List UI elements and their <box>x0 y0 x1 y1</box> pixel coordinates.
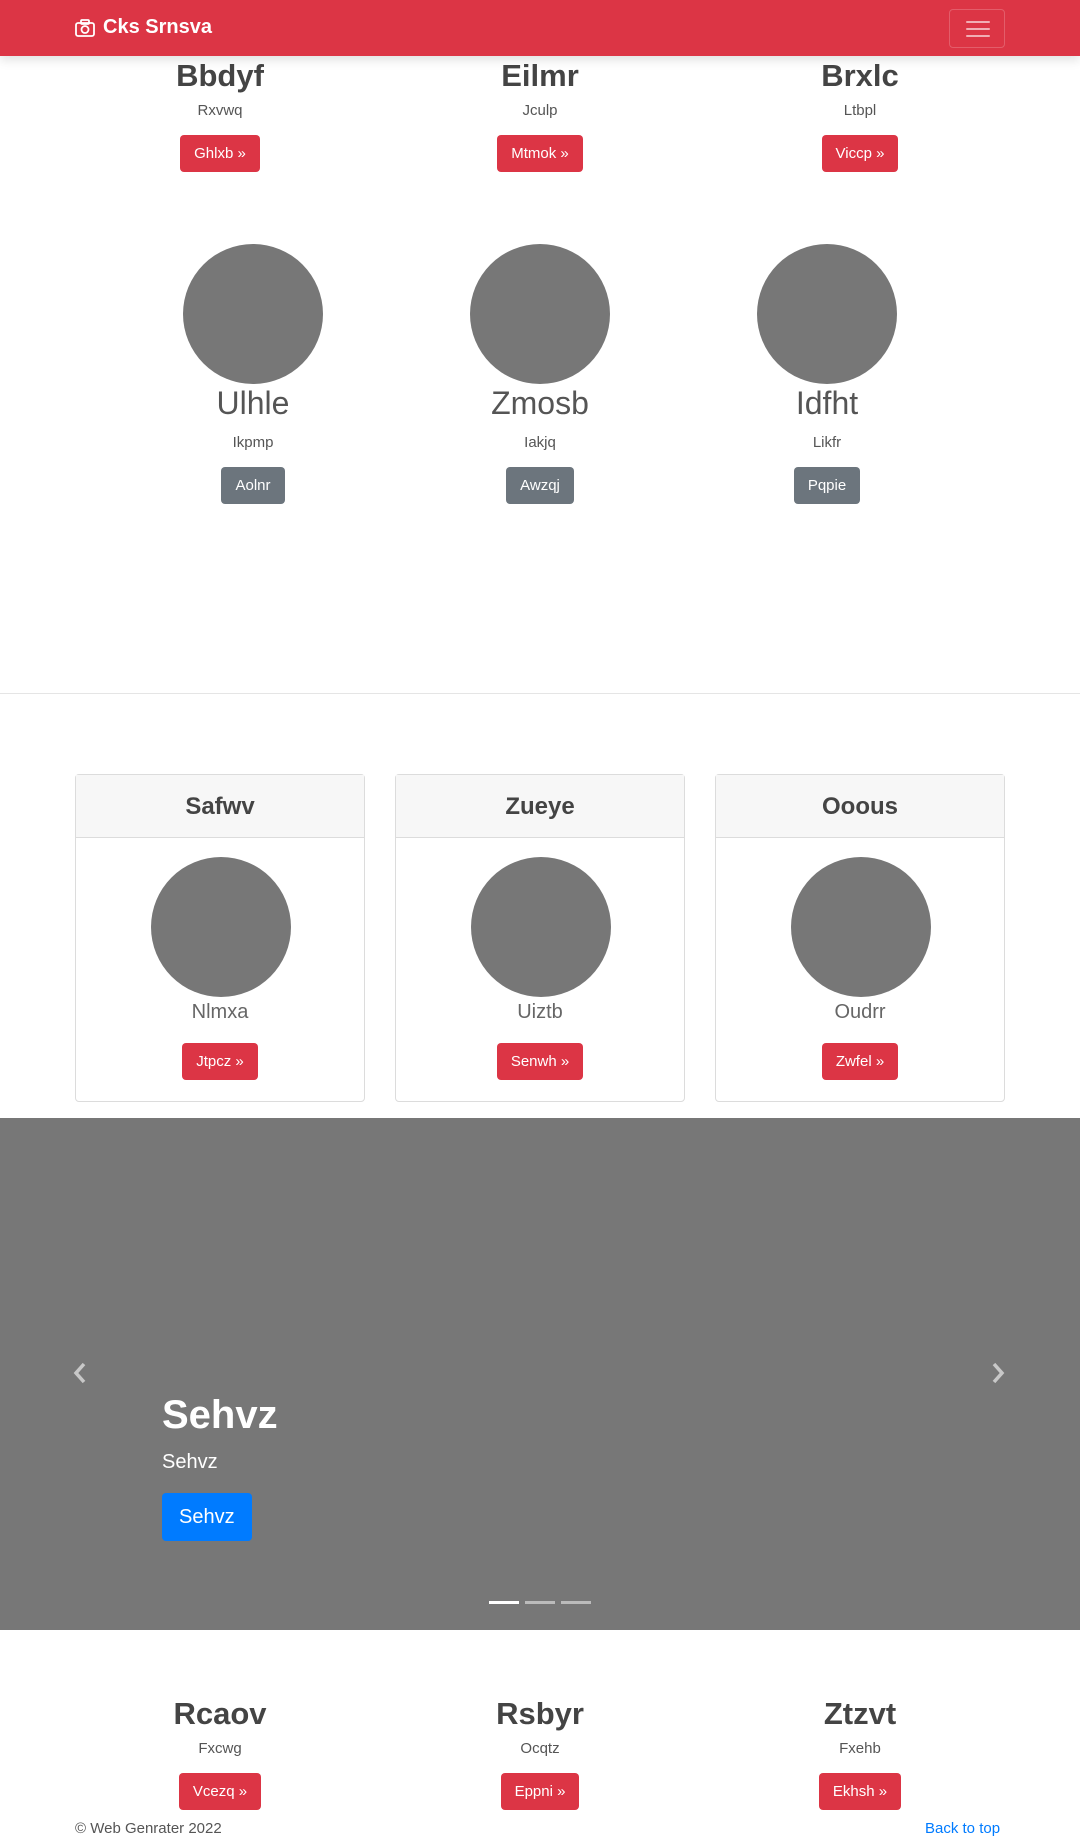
carousel-next-button[interactable] <box>990 1358 1006 1392</box>
card-text: Uiztb <box>517 1001 563 1023</box>
item-subtitle: Likfr <box>812 434 842 451</box>
chevron-left-icon <box>73 1362 86 1384</box>
item-button[interactable]: Aolnr <box>221 467 285 504</box>
card-button[interactable]: Zwfel » <box>821 1043 899 1080</box>
item-subtitle: Jculp <box>522 102 558 119</box>
card-header: Ooous <box>716 775 1004 838</box>
card: Safwv Nlmxa Jtpcz » <box>75 774 365 1102</box>
card-button[interactable]: Senwh » <box>496 1043 584 1080</box>
top-item-1: Bbdyf Rxvwq Ghlxb » <box>120 58 320 172</box>
navbar-toggler-button[interactable] <box>949 9 1005 48</box>
carousel-prev-button[interactable] <box>72 1358 88 1392</box>
navbar: Cks Srnsva <box>0 0 1080 56</box>
item-button[interactable]: Ekhsh » <box>818 1773 902 1810</box>
carousel-indicators <box>489 1601 591 1604</box>
carousel-caption-subtitle: Sehvz <box>162 1451 218 1473</box>
brand-label: Cks Srnsva <box>103 16 212 38</box>
avatar-image <box>183 244 323 384</box>
bottom-item-3: Ztzvt Fxehb Ekhsh » <box>760 1696 960 1810</box>
card: Zueye Uiztb Senwh » <box>395 774 685 1102</box>
card-text: Oudrr <box>834 1001 886 1023</box>
bottom-item-1: Rcaov Fxcwg Vcezq » <box>120 1696 320 1810</box>
item-subtitle: Rxvwq <box>197 102 243 119</box>
item-button[interactable]: Pqpie <box>793 467 861 504</box>
card-header: Safwv <box>76 775 364 838</box>
item-subtitle: Fxcwg <box>198 1740 242 1757</box>
item-button[interactable]: Vcezq » <box>178 1773 262 1810</box>
item-title: Zmosb <box>491 385 589 421</box>
carousel-indicator-2[interactable] <box>525 1601 555 1604</box>
avatar-image <box>470 244 610 384</box>
carousel-caption-title: Sehvz <box>162 1393 278 1437</box>
item-subtitle: Iakjq <box>524 434 556 451</box>
camera-icon <box>75 18 95 37</box>
item-title: Eilmr <box>501 58 579 93</box>
item-title: Brxlc <box>821 58 899 93</box>
item-title: Ztzvt <box>823 1696 897 1731</box>
top-item-3: Brxlc Ltbpl Viccp » <box>760 58 960 172</box>
navbar-brand[interactable]: Cks Srnsva <box>75 16 212 39</box>
avatar-image <box>151 857 291 997</box>
item-title: Ulhle <box>216 385 290 421</box>
carousel-caption-button[interactable]: Sehvz <box>162 1493 252 1541</box>
card: Ooous Oudrr Zwfel » <box>715 774 1005 1102</box>
item-button[interactable]: Eppni » <box>500 1773 580 1810</box>
item-subtitle: Ocqtz <box>520 1740 560 1757</box>
circle-item-3: Idfht Likfr Pqpie <box>727 385 927 504</box>
item-button[interactable]: Viccp » <box>821 135 899 172</box>
item-button[interactable]: Mtmok » <box>497 135 583 172</box>
back-to-top-link[interactable]: Back to top <box>925 1820 1000 1837</box>
circle-item-1: Ulhle Ikpmp Aolnr <box>153 385 353 504</box>
item-title: Rcaov <box>173 1696 267 1731</box>
card-button[interactable]: Jtpcz » <box>182 1043 258 1080</box>
avatar-image <box>791 857 931 997</box>
circle-item-2: Zmosb Iakjq Awzqj <box>440 385 640 504</box>
chevron-right-icon <box>992 1362 1005 1384</box>
item-button[interactable]: Awzqj <box>506 467 574 504</box>
avatar-image <box>471 857 611 997</box>
item-button[interactable]: Ghlxb » <box>180 135 260 172</box>
item-subtitle: Ltbpl <box>843 102 877 119</box>
bottom-item-2: Rsbyr Ocqtz Eppni » <box>440 1696 640 1810</box>
item-title: Bbdyf <box>176 58 264 93</box>
avatar-image <box>757 244 897 384</box>
carousel-indicator-1[interactable] <box>489 1601 519 1604</box>
carousel-indicator-3[interactable] <box>561 1601 591 1604</box>
item-title: Rsbyr <box>496 1696 584 1731</box>
carousel: Sehvz Sehvz Sehvz <box>0 1118 1080 1630</box>
footer-copyright: © Web Genrater 2022 <box>75 1820 222 1837</box>
item-subtitle: Fxehb <box>839 1740 881 1757</box>
item-subtitle: Ikpmp <box>232 434 274 451</box>
card-header: Zueye <box>396 775 684 838</box>
section-divider <box>0 693 1080 694</box>
item-title: Idfht <box>795 385 859 421</box>
card-text: Nlmxa <box>191 1001 249 1023</box>
top-item-2: Eilmr Jculp Mtmok » <box>440 58 640 172</box>
